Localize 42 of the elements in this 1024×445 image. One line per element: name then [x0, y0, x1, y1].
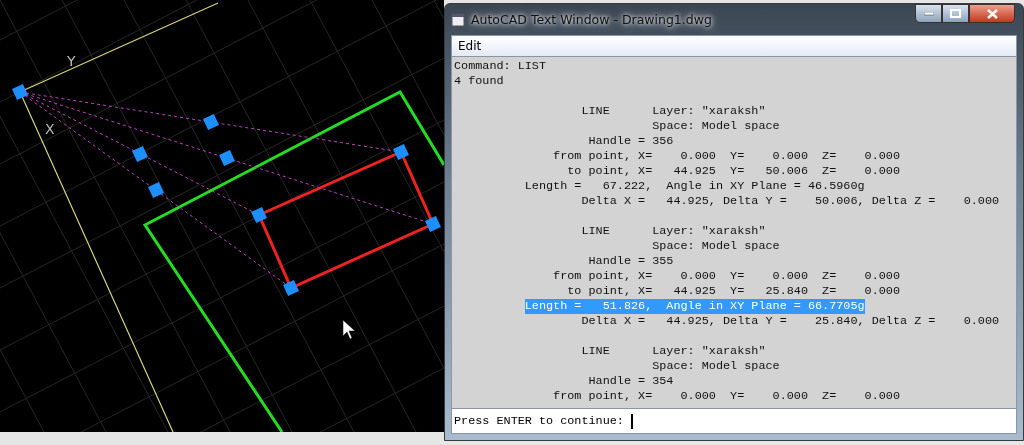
- menu-item[interactable]: Edit: [452, 39, 488, 53]
- output-line: from point, X= 0.000 Y= 0.000 Z= 0.000: [553, 149, 900, 164]
- window-title: AutoCAD Text Window - Drawing1.dwg: [471, 12, 713, 27]
- output-line: to point, X= 44.925 Y= 50.006 Z= 0.000: [567, 164, 900, 179]
- close-icon: [986, 8, 998, 19]
- grip-handle[interactable]: [203, 114, 219, 130]
- maximize-icon: [950, 9, 961, 18]
- axis-label: Y: [67, 53, 76, 69]
- output-line: LINE Layer: "xaraksh": [581, 344, 766, 359]
- grip-handle[interactable]: [12, 84, 28, 100]
- output-line: Handle = 354: [588, 374, 674, 389]
- output-line: Length = 67.222, Angle in XY Plane = 46.5960g: [524, 179, 865, 194]
- maximize-button[interactable]: [942, 4, 969, 23]
- output-line: Delta X = 44.925, Delta Y = 50.006, Delta Z = 0.000: [581, 194, 1000, 209]
- command-line-field[interactable]: Press ENTER to continue:: [451, 408, 1017, 434]
- output-line: Space: Model space: [652, 119, 780, 134]
- axis-label: X: [45, 121, 55, 137]
- output-line: Command: LIST: [454, 59, 547, 74]
- output-line: Space: Model space: [652, 239, 780, 254]
- window-icon: [451, 12, 465, 27]
- output-line: from point, X= 0.000 Y= 0.000 Z= 0.000: [553, 269, 900, 284]
- grip-handle[interactable]: [251, 207, 267, 223]
- minimize-button[interactable]: [915, 4, 942, 23]
- grip-handle[interactable]: [425, 216, 441, 232]
- grip-handle[interactable]: [219, 150, 235, 166]
- output-line: Handle = 355: [588, 254, 674, 269]
- output-line: LINE Layer: "xaraksh": [581, 224, 766, 239]
- grip-handle[interactable]: [148, 182, 164, 198]
- close-button[interactable]: [969, 4, 1015, 23]
- cursor-icon: [342, 319, 356, 340]
- drawing-canvas[interactable]: Y X: [0, 0, 444, 432]
- output-line: to point, X= 44.925 Y= 25.840 Z= 0.000: [567, 284, 900, 299]
- grip-handle[interactable]: [283, 280, 299, 296]
- minimize-icon: [923, 11, 934, 16]
- output-line: Delta X = 44.925, Delta Y = 25.840, Delta Z = 0.000: [581, 314, 1000, 329]
- output-line: LINE Layer: "xaraksh": [581, 104, 766, 119]
- output-line: Handle = 356: [588, 134, 674, 149]
- grip-handle[interactable]: [132, 146, 148, 162]
- output-line: Space: Model space: [652, 359, 780, 374]
- grip-handle[interactable]: [393, 144, 409, 160]
- output-line: from point, X= 0.000 Y= 0.000 Z= 0.000: [553, 389, 900, 404]
- output-line: 4 found: [454, 74, 504, 89]
